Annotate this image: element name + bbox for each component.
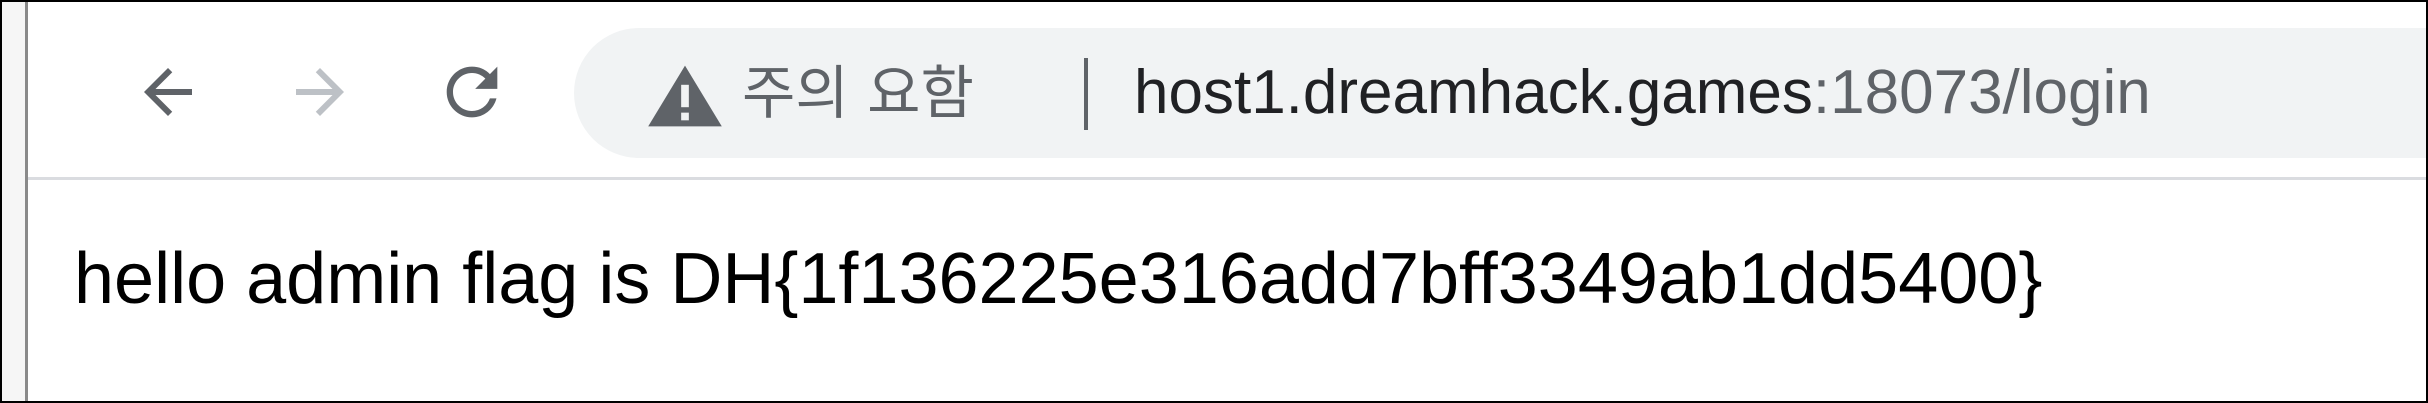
arrow-right-icon: [296, 68, 344, 116]
arrow-left-icon: [144, 68, 192, 116]
browser-toolbar: 주의 요함 host1.dreamhack.games:18073/login: [28, 2, 2426, 180]
url-text[interactable]: host1.dreamhack.games:18073/login: [1134, 50, 2151, 136]
security-status-label[interactable]: 주의 요함: [742, 50, 974, 136]
forward-button[interactable]: [270, 42, 370, 142]
reload-icon: [446, 66, 498, 118]
page-body-text: hello admin flag is DH{1f136225e316add7b…: [74, 239, 2043, 319]
reload-button[interactable]: [422, 42, 522, 142]
url-port-path: :18073/login: [1812, 58, 2151, 127]
window-edge: [2, 2, 28, 401]
url-host: host1.dreamhack.games: [1134, 58, 1813, 127]
omnibox-divider: [1084, 58, 1088, 130]
back-button[interactable]: [118, 42, 218, 142]
address-bar[interactable]: 주의 요함 host1.dreamhack.games:18073/login: [574, 28, 2426, 158]
warning-triangle-icon[interactable]: [646, 64, 724, 128]
screenshot-frame: 주의 요함 host1.dreamhack.games:18073/login …: [0, 0, 2428, 403]
